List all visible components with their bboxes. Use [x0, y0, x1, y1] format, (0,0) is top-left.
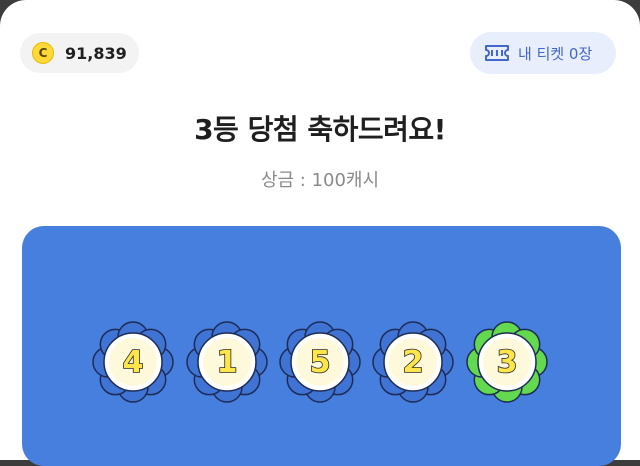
result-sheet: C 91,839 내 티켓 0장 3등 당첨 축하드려요! 상금 : 100캐시… [0, 0, 640, 466]
winning-numbers-board [22, 226, 621, 466]
coin-balance: 91,839 [65, 43, 127, 63]
coin-icon: C [32, 42, 54, 64]
my-tickets-button[interactable]: 내 티켓 0장 [470, 32, 616, 74]
coin-balance-badge[interactable]: C 91,839 [20, 33, 139, 73]
prize-amount: 상금 : 100캐시 [260, 170, 380, 191]
ticket-icon [485, 45, 509, 61]
result-title: 3등 당첨 축하드려요! [194, 113, 446, 146]
my-tickets-label: 내 티켓 0장 [518, 44, 593, 63]
